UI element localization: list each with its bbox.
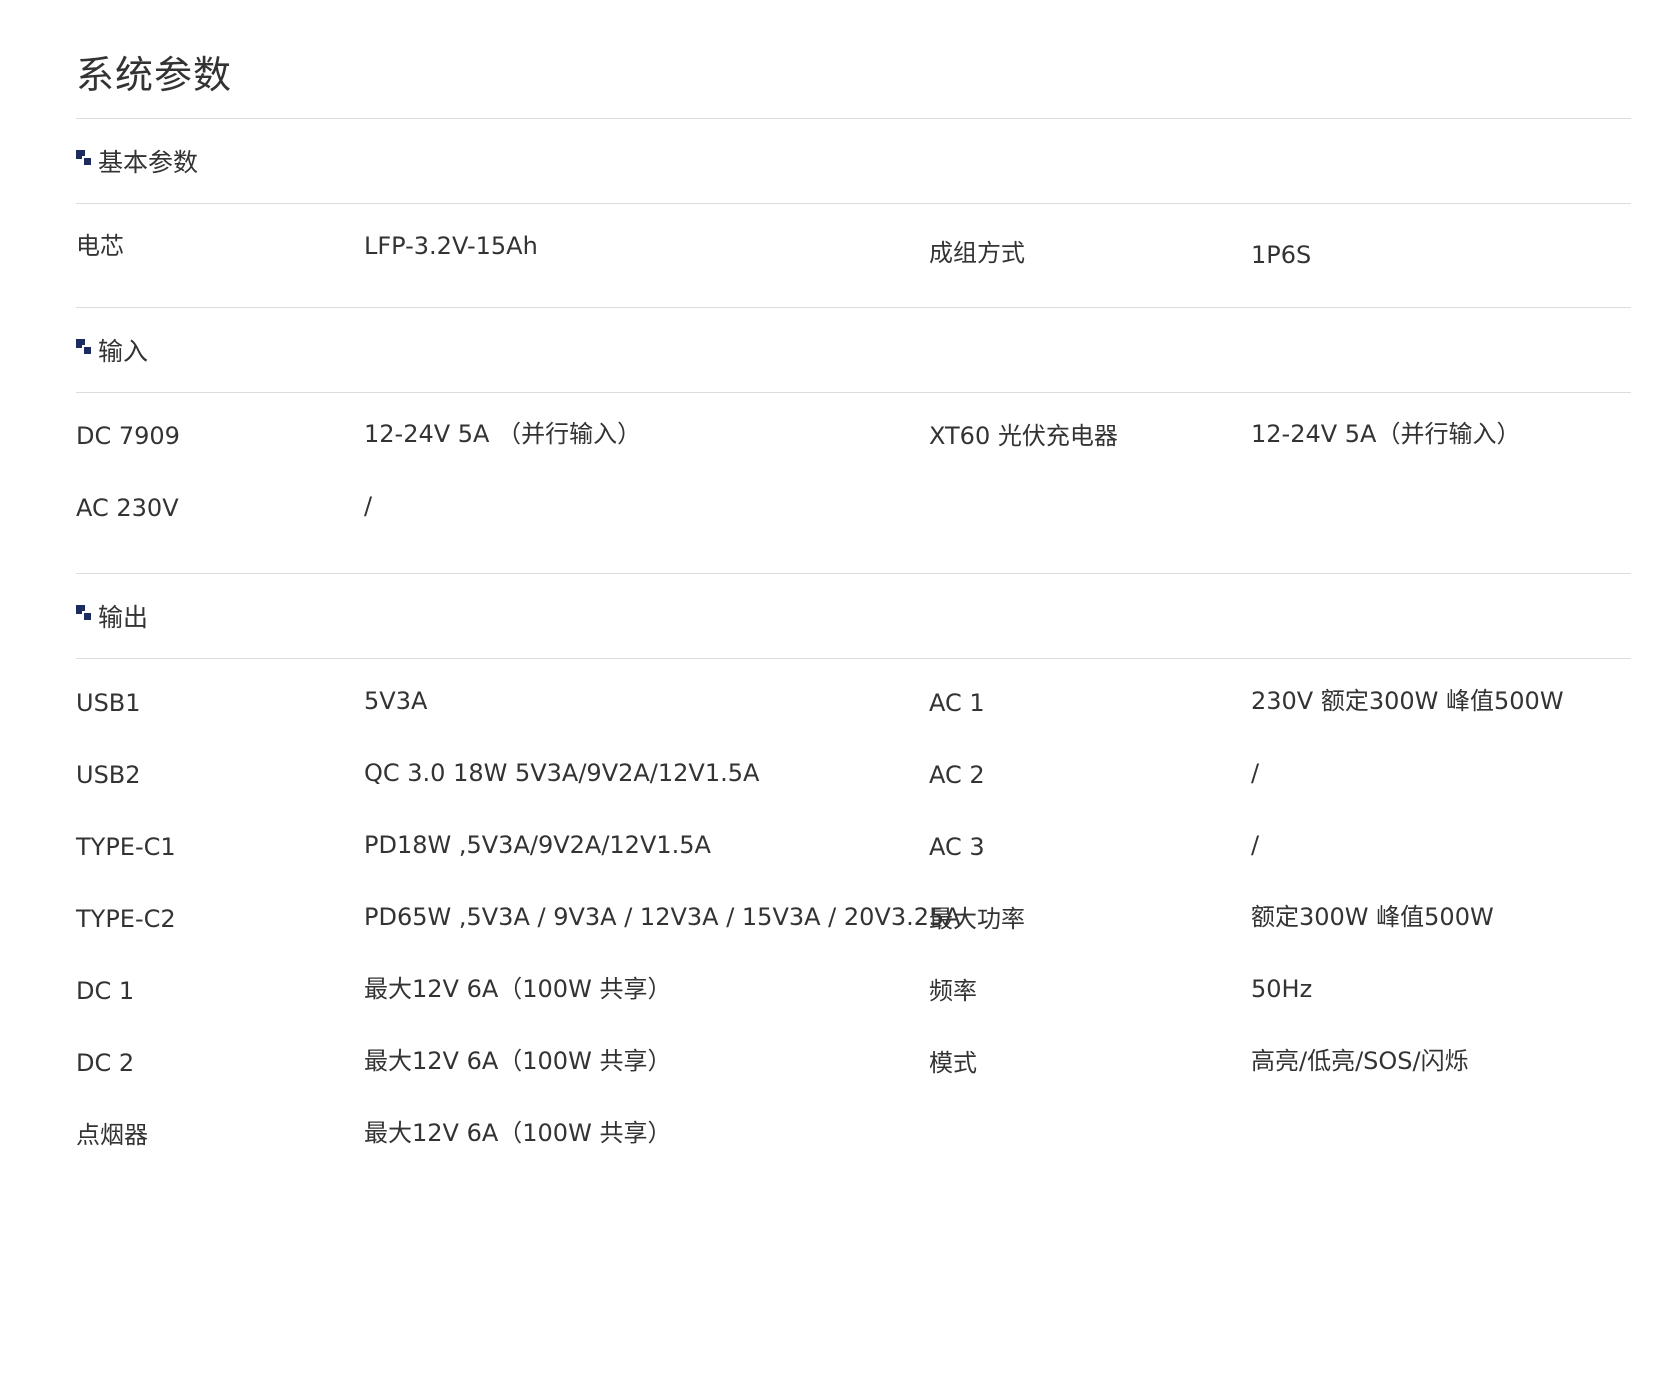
spec-value: 1P6S bbox=[1251, 241, 1312, 269]
section-divider bbox=[76, 573, 1631, 574]
spec-label: 最大功率 bbox=[929, 905, 1025, 933]
spec-value: PD18W ,5V3A/9V2A/12V1.5A bbox=[364, 831, 711, 859]
section-header-output: 输出 bbox=[76, 601, 149, 632]
section-title-output: 输出 bbox=[98, 603, 149, 632]
spec-value: PD65W ,5V3A / 9V3A / 12V3A / 15V3A / 20V… bbox=[364, 903, 961, 931]
spec-value: 230V 额定300W 峰值500W bbox=[1251, 687, 1564, 715]
spec-value: 最大12V 6A（100W 共享） bbox=[364, 975, 672, 1003]
spec-value: / bbox=[1251, 831, 1260, 859]
spec-value: / bbox=[364, 492, 373, 520]
spec-label: 点烟器 bbox=[76, 1121, 148, 1149]
page-title: 系统参数 bbox=[76, 53, 233, 97]
spec-value: 最大12V 6A（100W 共享） bbox=[364, 1119, 672, 1147]
spec-label: TYPE-C1 bbox=[76, 833, 176, 861]
spec-value: 12-24V 5A（并行输入） bbox=[1251, 420, 1521, 448]
section-divider bbox=[76, 307, 1631, 308]
spec-label: USB1 bbox=[76, 689, 141, 717]
spec-label: DC 7909 bbox=[76, 422, 180, 450]
spec-label: AC 1 bbox=[929, 689, 985, 717]
section-divider bbox=[76, 658, 1631, 659]
spec-value: QC 3.0 18W 5V3A/9V2A/12V1.5A bbox=[364, 759, 760, 787]
spec-label: DC 2 bbox=[76, 1049, 135, 1077]
spec-label: AC 230V bbox=[76, 494, 179, 522]
spec-label: AC 3 bbox=[929, 833, 985, 861]
spec-value: 50Hz bbox=[1251, 975, 1313, 1003]
spec-label: 频率 bbox=[929, 977, 977, 1005]
spec-label: 电芯 bbox=[76, 232, 124, 260]
spec-label: USB2 bbox=[76, 761, 141, 789]
spec-label: TYPE-C2 bbox=[76, 905, 176, 933]
spec-value: 额定300W 峰值500W bbox=[1251, 903, 1494, 931]
section-header-input: 输入 bbox=[76, 335, 149, 366]
title-divider bbox=[76, 118, 1631, 119]
section-title-basic: 基本参数 bbox=[98, 148, 199, 177]
section-square-icon bbox=[76, 339, 91, 354]
section-divider bbox=[76, 392, 1631, 393]
spec-label: AC 2 bbox=[929, 761, 985, 789]
spec-label: XT60 光伏充电器 bbox=[929, 422, 1118, 450]
spec-label: 模式 bbox=[929, 1049, 977, 1077]
section-square-icon bbox=[76, 150, 91, 165]
spec-value: 最大12V 6A（100W 共享） bbox=[364, 1047, 672, 1075]
spec-value: / bbox=[1251, 759, 1260, 787]
spec-value: 5V3A bbox=[364, 687, 428, 715]
section-divider bbox=[76, 203, 1631, 204]
spec-value: 高亮/低亮/SOS/闪烁 bbox=[1251, 1047, 1469, 1075]
spec-label: DC 1 bbox=[76, 977, 135, 1005]
spec-value: 12-24V 5A （并行输入） bbox=[364, 420, 642, 448]
section-title-input: 输入 bbox=[98, 337, 149, 366]
spec-value: LFP-3.2V-15Ah bbox=[364, 232, 538, 260]
section-square-icon bbox=[76, 605, 91, 620]
section-header-basic: 基本参数 bbox=[76, 146, 199, 177]
spec-label: 成组方式 bbox=[929, 239, 1025, 267]
